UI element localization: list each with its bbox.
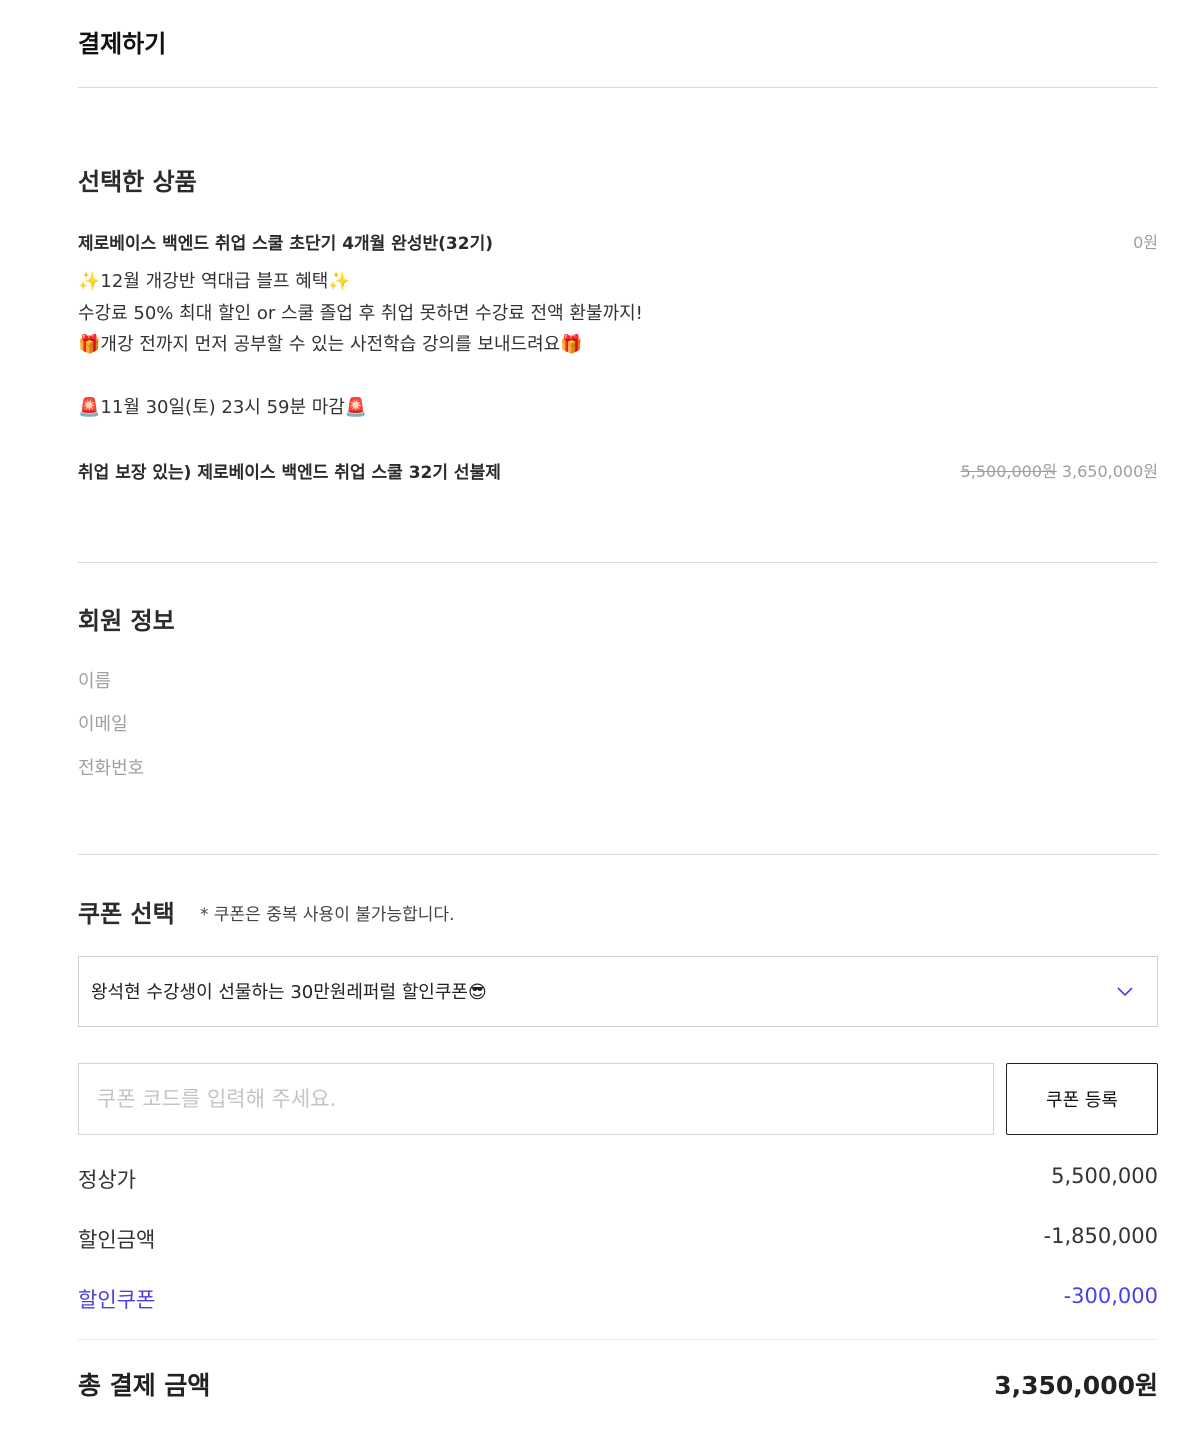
coupon-register-button[interactable]: 쿠폰 등록 — [1006, 1063, 1158, 1135]
coupon-heading: 쿠폰 선택 — [78, 900, 175, 928]
phone-label: 전화번호 — [78, 758, 145, 779]
description-line: 🚨11월 30일(토) 23시 59분 마감🚨 — [78, 397, 368, 418]
regular-price-label: 정상가 — [78, 1168, 136, 1192]
coupon-note: * 쿠폰은 중복 사용이 불가능합니다. — [200, 905, 455, 925]
name-label: 이름 — [78, 671, 112, 692]
divider — [78, 562, 1158, 563]
discount-label: 할인금액 — [78, 1228, 156, 1252]
description-line: 수강료 50% 최대 할인 or 스쿨 졸업 후 취업 못하면 수강료 전액 환… — [78, 302, 643, 324]
product-option-price: 5,500,000원 3,650,000원 — [961, 458, 1158, 482]
total-value: 3,350,000원 — [994, 1371, 1158, 1400]
product-description: ✨12월 개강반 역대급 블프 혜택✨ 수강료 50% 최대 할인 or 스쿨 … — [78, 266, 643, 424]
original-price: 5,500,000원 — [960, 462, 1057, 481]
member-info-heading: 회원 정보 — [78, 607, 175, 635]
coupon-discount-value: -300,000 — [1063, 1284, 1158, 1308]
description-line: ✨12월 개강반 역대급 블프 혜택✨ — [78, 271, 351, 292]
chevron-down-icon — [1117, 987, 1133, 997]
sale-price: 3,650,000원 — [1061, 462, 1158, 481]
divider — [78, 854, 1158, 855]
page-title: 결제하기 — [78, 30, 167, 58]
divider — [78, 1339, 1158, 1340]
coupon-code-input[interactable] — [78, 1063, 994, 1135]
coupon-select[interactable]: 왕석현 수강생이 선물하는 30만원레퍼럴 할인쿠폰😎 — [78, 956, 1158, 1027]
total-label: 총 결제 금액 — [78, 1371, 211, 1400]
email-label: 이메일 — [78, 714, 128, 735]
divider — [78, 87, 1158, 88]
discount-value: -1,850,000 — [1043, 1224, 1158, 1248]
product-name: 제로베이스 백엔드 취업 스쿨 초단기 4개월 완성반(32기) — [78, 234, 493, 254]
description-line: 🎁개강 전까지 먼저 공부할 수 있는 사전학습 강의를 보내드려요🎁 — [78, 334, 583, 355]
checkout-page: 결제하기 선택한 상품 제로베이스 백엔드 취업 스쿨 초단기 4개월 완성반(… — [0, 0, 1198, 1431]
product-option-name: 취업 보장 있는) 제로베이스 백엔드 취업 스쿨 32기 선불제 — [78, 463, 501, 483]
coupon-discount-label: 할인쿠폰 — [78, 1288, 156, 1312]
selected-coupon: 왕석현 수강생이 선물하는 30만원레퍼럴 할인쿠폰😎 — [91, 982, 487, 1003]
product-price: 0원 — [1133, 233, 1158, 252]
regular-price-value: 5,500,000 — [1051, 1164, 1158, 1188]
selected-product-heading: 선택한 상품 — [78, 168, 197, 196]
